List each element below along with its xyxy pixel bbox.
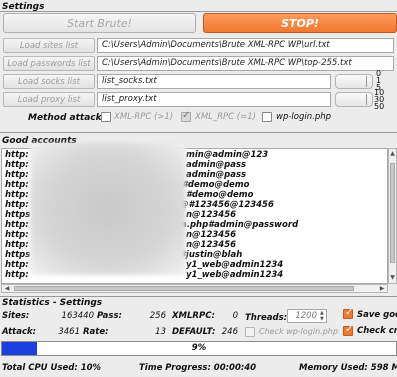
save-good-label: Save goo xyxy=(357,310,397,320)
proxy-path-field[interactable]: list_proxy.txt xyxy=(97,92,331,107)
scroll-thumb[interactable] xyxy=(390,163,395,263)
xmlrpc-label: XMLRPC: xyxy=(172,311,215,321)
scroll-right-icon[interactable]: ▶ xyxy=(378,285,386,292)
account-credentials: min@admin@123 xyxy=(186,150,269,160)
account-url-prefix: https xyxy=(5,210,31,220)
account-credentials: n@123456 xyxy=(186,210,237,220)
method-attack-label: Method attack : xyxy=(28,113,109,123)
pass-label: Pass: xyxy=(97,311,122,321)
account-url-prefix: http: xyxy=(5,180,29,190)
account-url-prefix: http: xyxy=(5,260,29,270)
check-cms-label: Check cm xyxy=(357,326,397,336)
account-credentials: y1_web@admin1234 xyxy=(186,270,284,280)
stepper-down-icon[interactable]: ▼ xyxy=(320,316,326,322)
attack-value: 3461 xyxy=(58,327,80,337)
redaction-blur xyxy=(30,143,186,275)
time-progress-status: Time Progress: 00:00:40 xyxy=(139,363,257,373)
method-xmlrpc-single-checkbox[interactable] xyxy=(181,110,191,122)
load-proxy-button[interactable]: Load proxy list xyxy=(3,92,95,107)
scroll-down-icon[interactable]: ▼ xyxy=(389,274,396,282)
stop-button[interactable]: STOP! xyxy=(203,13,397,33)
load-socks-button[interactable]: Load socks list xyxy=(3,74,95,89)
scroll-thumb[interactable] xyxy=(14,286,354,291)
account-url-prefix: https xyxy=(5,250,31,260)
account-url-prefix: http: xyxy=(5,170,29,180)
account-credentials: #demo@demo xyxy=(186,190,254,200)
account-url-prefix: http: xyxy=(5,220,29,230)
method-wp-login-label: wp-login.php xyxy=(276,112,332,122)
xmlrpc-value: 0 xyxy=(232,311,238,321)
account-url-prefix: http: xyxy=(5,240,29,250)
statistics-divider xyxy=(0,296,397,297)
accounts-divider xyxy=(0,132,397,133)
method-wp-login-checkbox[interactable] xyxy=(262,112,272,122)
socks-path-field[interactable]: list_socks.txt xyxy=(97,74,331,89)
start-brute-button[interactable]: Start Brute! xyxy=(3,13,196,33)
scroll-up-icon[interactable]: ▲ xyxy=(389,150,396,158)
default-label: DEFAULT: xyxy=(172,327,216,337)
account-url-prefix: http: xyxy=(5,270,29,280)
sites-label: Sites: xyxy=(2,311,30,321)
account-credentials: @#123456@123456 xyxy=(180,200,274,210)
proxy-slider-tick: 50 xyxy=(374,102,385,111)
accounts-vertical-scrollbar[interactable]: ▲ ▼ xyxy=(388,148,397,284)
account-url-prefix: http: xyxy=(5,200,29,210)
check-cms-checkbox[interactable] xyxy=(343,324,353,336)
rate-value: 13 xyxy=(155,327,166,337)
check-wp-login-checkbox[interactable] xyxy=(245,327,255,337)
account-credentials: #demo@demo xyxy=(182,180,250,190)
account-credentials: admin@pass xyxy=(186,160,247,170)
progress-bar: 9% xyxy=(1,341,397,356)
check-wp-login-label: Check wp-login.php xyxy=(259,327,338,336)
account-url-prefix: http: xyxy=(5,150,29,160)
socks-timeout-slider[interactable] xyxy=(335,74,373,89)
rate-label: Rate: xyxy=(83,327,109,337)
account-url-prefix: http: xyxy=(5,230,29,240)
settings-divider xyxy=(0,11,397,12)
attack-label: Attack: xyxy=(2,327,37,337)
threads-label: Threads: xyxy=(245,313,288,323)
cpu-usage-status: Total CPU Used: 10% xyxy=(2,363,102,373)
account-credentials: n@123456 xyxy=(186,240,237,250)
account-credentials: a.php#admin@password xyxy=(181,220,299,230)
method-xmlrpc-multi-label: XML-RPC (>1) xyxy=(114,112,174,122)
load-sites-button[interactable]: Load sites list xyxy=(3,38,95,53)
account-url-prefix: http: xyxy=(5,190,29,200)
account-credentials: y1_web@admin1234 xyxy=(186,260,284,270)
pass-value: 256 xyxy=(149,311,166,321)
memory-usage-status: Memory Used: 598 MB xyxy=(299,363,397,373)
scroll-left-icon[interactable]: ◀ xyxy=(3,285,11,292)
sites-value: 163440 xyxy=(61,311,94,321)
account-url-prefix: http: xyxy=(5,160,29,170)
method-xmlrpc-multi-checkbox[interactable] xyxy=(101,112,111,122)
load-passwords-button[interactable]: Load passwords list xyxy=(3,56,95,71)
account-credentials: n@123456 xyxy=(186,230,237,240)
sites-path-field[interactable]: C:\Users\Admin\Documents\Brute XML-RPC W… xyxy=(97,38,394,53)
accounts-horizontal-scrollbar[interactable]: ◀ ▶ xyxy=(1,284,388,293)
default-value: 246 xyxy=(221,327,238,337)
account-credentials: admin@pass xyxy=(186,170,247,180)
progress-percent: 9% xyxy=(191,343,207,353)
method-xmlrpc-single-label: XML_RPC (=1) xyxy=(195,112,256,122)
statistics-title: Statistics - Settings xyxy=(2,298,103,308)
save-good-checkbox[interactable] xyxy=(343,307,353,319)
account-credentials: #justin@blah xyxy=(180,250,243,260)
threads-stepper[interactable]: ▲ ▼ xyxy=(320,310,326,322)
proxy-timeout-slider[interactable] xyxy=(335,92,373,107)
passwords-path-field[interactable]: C:\Users\Admin\Documents\Brute XML-RPC W… xyxy=(97,56,394,71)
